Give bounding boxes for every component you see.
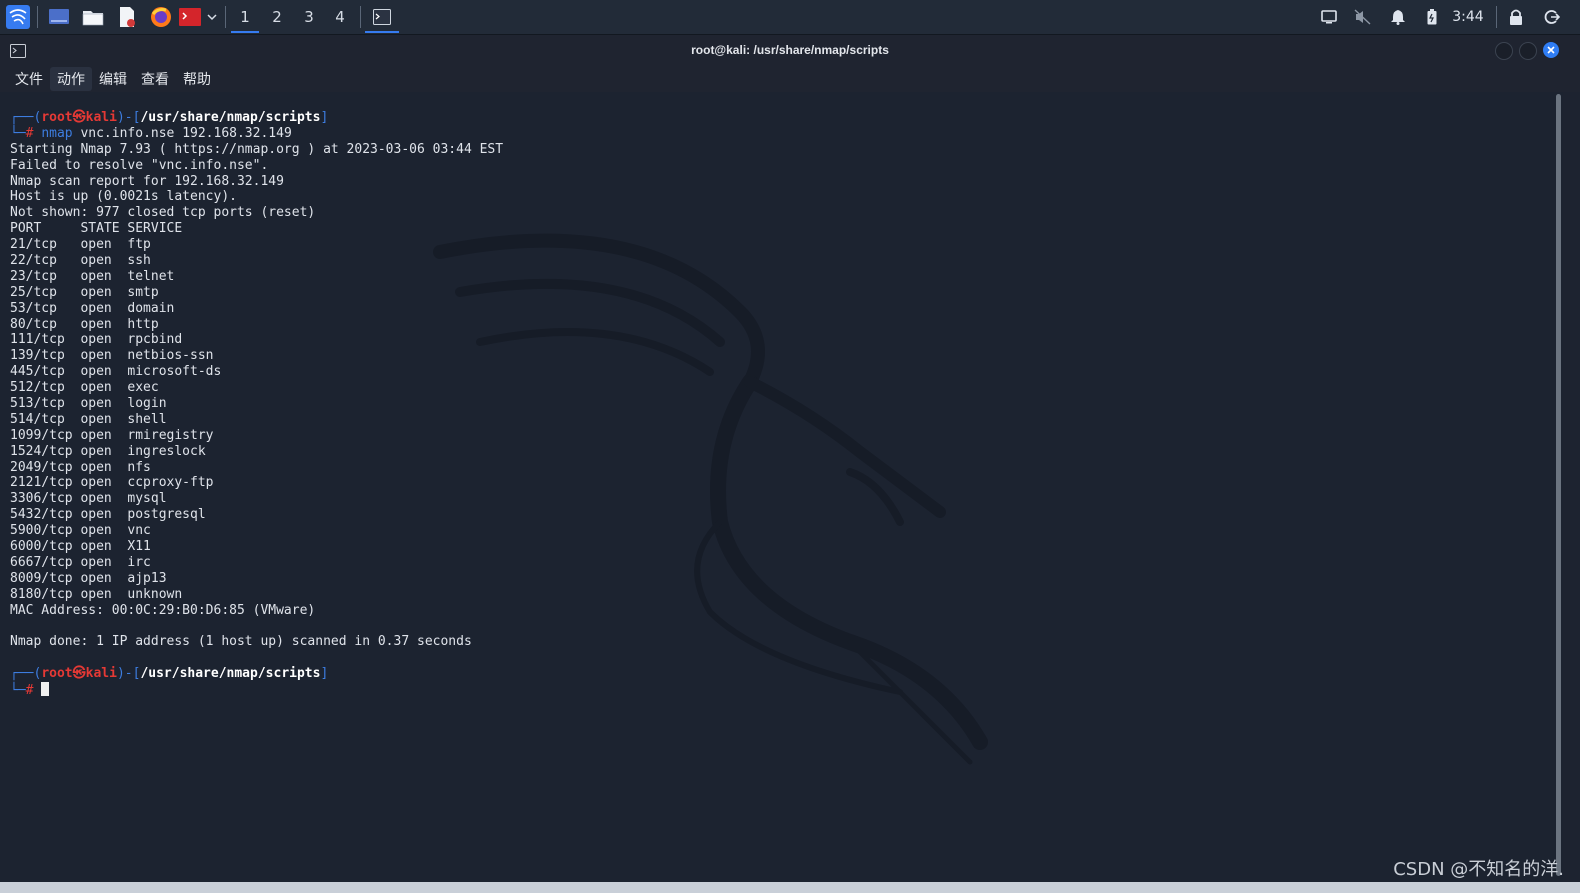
prompt-line: ┌──(root㉿kali)-[/usr/share/nmap/scripts] [10,110,503,126]
kali-menu-icon[interactable] [4,3,32,31]
lock-icon[interactable] [1506,3,1526,31]
output-line: 8009/tcp open ajp13 [10,570,167,586]
maximize-button[interactable] [1519,42,1537,60]
display-icon[interactable] [1318,3,1340,31]
output-line: Nmap scan report for 192.168.32.149 [10,173,284,189]
output-line: 6667/tcp open irc [10,554,151,570]
prompt-corner: └─ [10,125,26,141]
desktop-icon[interactable] [46,3,72,31]
workspace-4[interactable]: 4 [326,3,354,31]
window-title: root@kali: /usr/share/nmap/scripts [691,43,889,57]
bell-icon[interactable] [1388,3,1408,31]
prompt-path: /usr/share/nmap/scripts [140,666,321,682]
output-line: 5900/tcp open vnc [10,523,151,539]
prompt-line-2: ┌──(root㉿kali)-[/usr/share/nmap/scripts] [10,666,503,682]
prompt-at: ㉿ [72,110,86,125]
scrollbar-thumb[interactable] [1556,94,1561,876]
menu-view[interactable]: 查看 [134,67,176,91]
workspace-1[interactable]: 1 [231,3,259,33]
text-cursor [41,682,50,697]
output-line: 111/tcp open rpcbind [10,332,183,348]
output-line: 21/tcp open ftp [10,237,151,253]
workspace-3[interactable]: 3 [295,3,323,31]
prompt-end: ] [320,110,329,125]
menu-bar: 文件 动作 编辑 查看 帮助 [0,66,1580,92]
output-line: 2049/tcp open nfs [10,459,151,475]
prompt-path: /usr/share/nmap/scripts [140,110,321,125]
output-line: 8180/tcp open unknown [10,586,183,602]
prompt-hash: # [25,683,34,699]
mute-icon[interactable] [1352,3,1374,31]
prompt-user: root [41,666,73,682]
minimize-button[interactable] [1495,42,1513,60]
dropdown-icon[interactable] [204,3,220,31]
prompt-close: )-[ [116,666,141,682]
output-line: 513/tcp open login [10,396,167,412]
output-line: Host is up (0.0021s latency). [10,189,237,205]
prompt-end: ] [320,666,329,682]
output-line: 25/tcp open smtp [10,284,159,300]
menu-action[interactable]: 动作 [50,67,92,91]
window-titlebar[interactable]: root@kali: /usr/share/nmap/scripts [0,35,1580,66]
menu-help[interactable]: 帮助 [176,67,218,91]
output-line: 445/tcp open microsoft-ds [10,364,222,380]
command-args: vnc.info.nse 192.168.32.149 [72,125,292,141]
prompt-at: ㉿ [72,666,86,682]
output-line: 22/tcp open ssh [10,253,151,269]
output-line: 80/tcp open http [10,316,159,332]
prompt-host: kali [85,666,117,682]
output-line: 3306/tcp open mysql [10,491,167,507]
output-line: 1524/tcp open ingreslock [10,443,206,459]
close-icon [1547,46,1555,54]
prompt-hash: # [25,125,34,141]
file-manager-icon[interactable] [80,3,106,31]
command-name: nmap [41,125,73,141]
output-line: PORT STATE SERVICE [10,221,183,237]
output-line: 1099/tcp open rmiregistry [10,427,214,443]
terminal-text: ┌──(root㉿kali)-[/usr/share/nmap/scripts]… [10,110,503,698]
command-line: └─# nmap vnc.info.nse 192.168.32.149 [10,126,503,142]
output-line: Nmap done: 1 IP address (1 host up) scan… [10,634,472,650]
prompt-corner: └─ [10,683,26,699]
output-line: 6000/tcp open X11 [10,539,151,555]
prompt-open: ┌──( [10,110,42,125]
clock[interactable]: 3:44 [1450,3,1486,31]
taskbar: 1 2 3 4 3:44 [0,0,1580,35]
input-line[interactable]: └─# [10,682,503,698]
battery-icon[interactable] [1422,3,1442,31]
workspace-2[interactable]: 2 [263,3,291,31]
menu-edit[interactable]: 编辑 [92,67,134,91]
output-line: 53/tcp open domain [10,300,175,316]
terminal-output-area[interactable]: ┌──(root㉿kali)-[/usr/share/nmap/scripts]… [0,92,1563,882]
scrollbar[interactable] [1555,92,1562,880]
firefox-icon[interactable] [148,3,174,31]
prompt-host: kali [85,110,117,125]
terminal-task-icon[interactable] [365,3,399,33]
bottom-edge [0,882,1580,893]
csdn-watermark: CSDN @不知名的洋. [1393,859,1564,880]
output-line: 514/tcp open shell [10,411,167,427]
output-line: 5432/tcp open postgresql [10,507,206,523]
output-line: MAC Address: 00:0C:29:B0:D6:85 (VMware) [10,602,316,618]
logout-icon[interactable] [1540,3,1564,31]
output-line: 139/tcp open netbios-ssn [10,348,214,364]
menu-file[interactable]: 文件 [8,67,50,91]
output-line: 512/tcp open exec [10,380,159,396]
output-line: 23/tcp open telnet [10,268,175,284]
text-editor-icon[interactable] [114,3,140,31]
command-output: Starting Nmap 7.93 ( https://nmap.org ) … [10,142,503,666]
output-line: 2121/tcp open ccproxy-ftp [10,475,214,491]
close-button[interactable] [1543,42,1559,58]
prompt-close: )-[ [116,110,141,125]
output-line: Not shown: 977 closed tcp ports (reset) [10,205,316,221]
output-line: Starting Nmap 7.93 ( https://nmap.org ) … [10,141,504,157]
output-line: Failed to resolve "vnc.info.nse". [10,157,269,173]
prompt-user: root [41,110,73,125]
terminal-launcher-icon[interactable] [178,3,202,31]
prompt-open: ┌──( [10,666,42,682]
